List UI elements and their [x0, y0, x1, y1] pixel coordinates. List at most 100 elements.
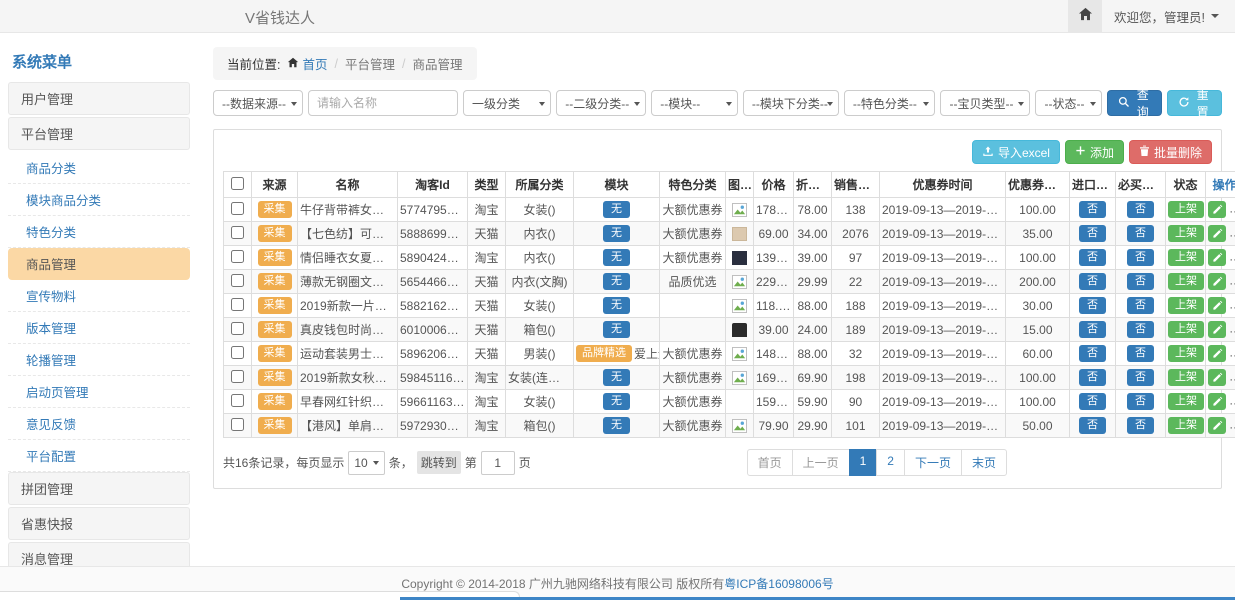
pager-button-2[interactable]: 2	[876, 449, 905, 476]
module-none-badge[interactable]: 无	[603, 201, 630, 218]
must-buy-toggle-badge[interactable]: 否	[1127, 225, 1154, 242]
import-toggle-badge[interactable]: 否	[1079, 393, 1106, 410]
batch-delete-button[interactable]: 批量删除	[1129, 140, 1212, 164]
status-badge[interactable]: 上架	[1168, 345, 1204, 362]
must-buy-toggle-badge[interactable]: 否	[1127, 201, 1154, 218]
edit-button[interactable]	[1208, 201, 1226, 218]
reset-button[interactable]: 重置	[1167, 90, 1222, 116]
pager-button-首页[interactable]: 首页	[747, 449, 793, 476]
edit-button[interactable]	[1208, 273, 1226, 290]
import-toggle-badge[interactable]: 否	[1079, 297, 1106, 314]
jump-page-input[interactable]	[481, 451, 515, 475]
sidebar-item-轮播管理[interactable]: 轮播管理	[8, 344, 190, 376]
user-menu[interactable]: 欢迎您，管理员!	[1102, 0, 1235, 32]
must-buy-toggle-badge[interactable]: 否	[1127, 249, 1154, 266]
name-search-input[interactable]	[308, 90, 458, 116]
per-page-select[interactable]: 10	[348, 451, 384, 475]
home-button[interactable]	[1068, 0, 1102, 32]
row-checkbox[interactable]	[231, 370, 244, 383]
row-checkbox[interactable]	[231, 226, 244, 239]
import-toggle-badge[interactable]: 否	[1079, 273, 1106, 290]
edit-button[interactable]	[1208, 249, 1226, 266]
must-buy-toggle-badge[interactable]: 否	[1127, 369, 1154, 386]
filter-select-level1-category[interactable]: 一级分类	[463, 90, 551, 116]
filter-select-module-subcategory[interactable]: --模块下分类--	[743, 90, 839, 116]
module-none-badge[interactable]: 无	[603, 249, 630, 266]
must-buy-toggle-badge[interactable]: 否	[1127, 393, 1154, 410]
filter-select-item-type[interactable]: --宝贝类型--	[940, 90, 1030, 116]
status-badge[interactable]: 上架	[1168, 297, 1204, 314]
sidebar-item-拼团管理[interactable]: 拼团管理	[8, 472, 190, 505]
add-button[interactable]: 添加	[1065, 140, 1124, 164]
edit-button[interactable]	[1208, 225, 1226, 242]
sidebar-item-模块商品分类[interactable]: 模块商品分类	[8, 184, 190, 216]
pager-button-上一页[interactable]: 上一页	[792, 449, 850, 476]
pager-button-末页[interactable]: 末页	[961, 449, 1007, 476]
edit-button[interactable]	[1208, 417, 1226, 434]
row-checkbox[interactable]	[231, 298, 244, 311]
sidebar-item-平台管理[interactable]: 平台管理	[8, 117, 190, 150]
module-none-badge[interactable]: 无	[603, 417, 630, 434]
sidebar-item-省惠快报[interactable]: 省惠快报	[8, 507, 190, 540]
status-badge[interactable]: 上架	[1168, 321, 1204, 338]
edit-button[interactable]	[1208, 321, 1226, 338]
module-none-badge[interactable]: 无	[603, 369, 630, 386]
module-none-badge[interactable]: 无	[603, 273, 630, 290]
module-none-badge[interactable]: 无	[603, 297, 630, 314]
must-buy-toggle-badge[interactable]: 否	[1127, 297, 1154, 314]
row-checkbox[interactable]	[231, 202, 244, 215]
status-badge[interactable]: 上架	[1168, 273, 1204, 290]
row-checkbox[interactable]	[231, 394, 244, 407]
sidebar-item-启动页管理[interactable]: 启动页管理	[8, 376, 190, 408]
must-buy-toggle-badge[interactable]: 否	[1127, 345, 1154, 362]
edit-button[interactable]	[1208, 393, 1226, 410]
module-none-badge[interactable]: 无	[603, 321, 630, 338]
icp-link[interactable]: 粤ICP备16098006号	[724, 575, 833, 592]
pager-button-下一页[interactable]: 下一页	[904, 449, 962, 476]
sidebar-item-意见反馈[interactable]: 意见反馈	[8, 408, 190, 440]
sidebar-item-商品分类[interactable]: 商品分类	[8, 152, 190, 184]
import-toggle-badge[interactable]: 否	[1079, 417, 1106, 434]
search-button[interactable]: 查询	[1107, 90, 1162, 116]
status-badge[interactable]: 上架	[1168, 249, 1204, 266]
row-checkbox[interactable]	[231, 418, 244, 431]
import-toggle-badge[interactable]: 否	[1079, 225, 1106, 242]
sidebar-item-宣传物料[interactable]: 宣传物料	[8, 280, 190, 312]
row-checkbox[interactable]	[231, 346, 244, 359]
import-toggle-badge[interactable]: 否	[1079, 249, 1106, 266]
module-none-badge[interactable]: 无	[603, 393, 630, 410]
row-checkbox[interactable]	[231, 322, 244, 335]
edit-button[interactable]	[1208, 345, 1226, 362]
row-checkbox[interactable]	[231, 250, 244, 263]
filter-select-special-category[interactable]: --特色分类--	[844, 90, 936, 116]
sidebar-item-商品管理[interactable]: 商品管理	[8, 248, 190, 280]
status-badge[interactable]: 上架	[1168, 201, 1204, 218]
sidebar-item-用户管理[interactable]: 用户管理	[8, 82, 190, 115]
breadcrumb-home-link[interactable]: 首页	[287, 54, 327, 73]
status-badge[interactable]: 上架	[1168, 225, 1204, 242]
status-badge[interactable]: 上架	[1168, 393, 1204, 410]
must-buy-toggle-badge[interactable]: 否	[1127, 273, 1154, 290]
import-toggle-badge[interactable]: 否	[1079, 201, 1106, 218]
pager-button-1[interactable]: 1	[849, 449, 878, 476]
filter-select-status[interactable]: --状态--	[1035, 90, 1102, 116]
filter-select-data-source[interactable]: --数据来源--	[213, 90, 303, 116]
must-buy-toggle-badge[interactable]: 否	[1127, 417, 1154, 434]
sidebar-item-平台配置[interactable]: 平台配置	[8, 440, 190, 472]
module-none-badge[interactable]: 无	[603, 225, 630, 242]
import-toggle-badge[interactable]: 否	[1079, 321, 1106, 338]
status-badge[interactable]: 上架	[1168, 417, 1204, 434]
filter-select-module[interactable]: --模块--	[651, 90, 738, 116]
must-buy-toggle-badge[interactable]: 否	[1127, 321, 1154, 338]
filter-select-level2-category[interactable]: --二级分类--	[556, 90, 646, 116]
import-toggle-badge[interactable]: 否	[1079, 345, 1106, 362]
import-toggle-badge[interactable]: 否	[1079, 369, 1106, 386]
status-badge[interactable]: 上架	[1168, 369, 1204, 386]
edit-button[interactable]	[1208, 297, 1226, 314]
sidebar-item-版本管理[interactable]: 版本管理	[8, 312, 190, 344]
row-checkbox[interactable]	[231, 274, 244, 287]
edit-button[interactable]	[1208, 369, 1226, 386]
sidebar-item-特色分类[interactable]: 特色分类	[8, 216, 190, 248]
import-excel-button[interactable]: 导入excel	[972, 140, 1060, 164]
select-all-checkbox[interactable]	[231, 177, 244, 190]
